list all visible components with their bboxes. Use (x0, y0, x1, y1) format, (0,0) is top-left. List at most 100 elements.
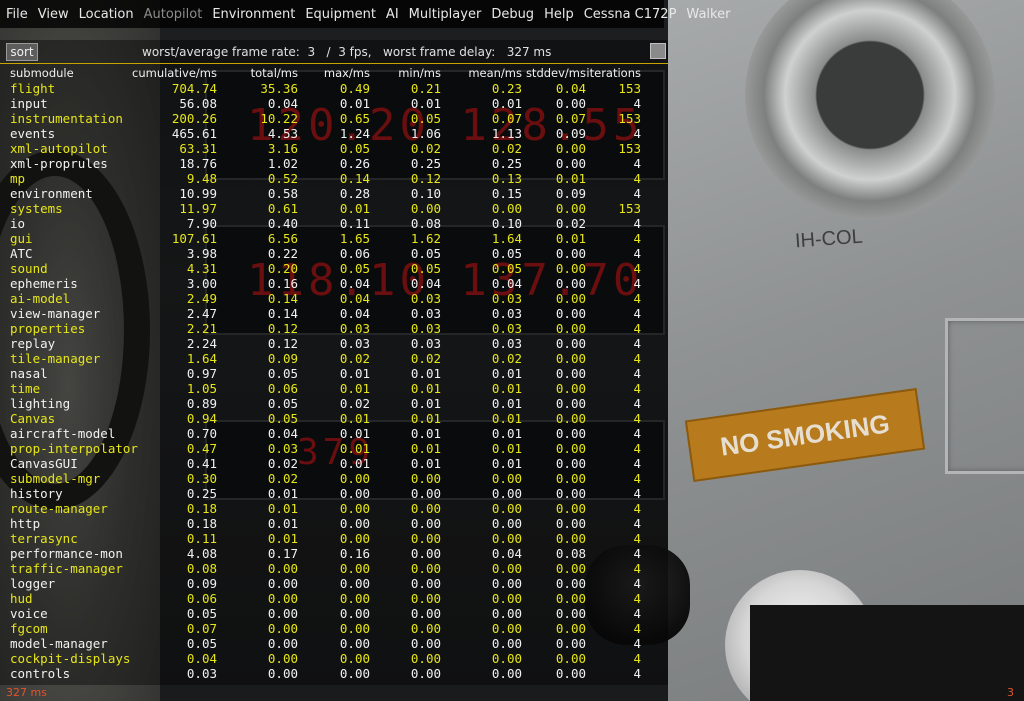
max-value: 0.00 (339, 651, 370, 666)
column-header-mean-ms[interactable]: mean/ms (468, 66, 522, 81)
total-value: 1.02 (267, 156, 298, 171)
max-value: 0.04 (339, 276, 370, 291)
menu-debug[interactable]: Debug (491, 7, 534, 22)
menu-walker[interactable]: Walker (686, 7, 730, 22)
sort-button[interactable]: sort (6, 43, 38, 61)
column-header-cumulative-ms[interactable]: cumulative/ms (132, 66, 217, 81)
close-monitor-button[interactable] (650, 43, 666, 59)
stddev-value: 0.00 (555, 636, 586, 651)
min-value: 0.02 (410, 141, 441, 156)
max-value: 0.05 (339, 141, 370, 156)
submodule-name: prop-interpolator (10, 441, 138, 456)
min-value: 0.01 (410, 441, 441, 456)
menu-equipment[interactable]: Equipment (305, 7, 376, 22)
total-value: 0.00 (267, 636, 298, 651)
menu-cessna-c172p[interactable]: Cessna C172P (584, 7, 677, 22)
total-value: 0.00 (267, 666, 298, 681)
panel-label: IH-COL (794, 225, 864, 253)
max-value: 0.49 (339, 81, 370, 96)
iterations-value: 4 (633, 126, 641, 141)
iterations-value: 4 (633, 231, 641, 246)
min-value: 0.05 (410, 246, 441, 261)
total-value: 0.04 (267, 96, 298, 111)
total-value: 0.40 (267, 216, 298, 231)
max-value: 0.01 (339, 441, 370, 456)
menu-file[interactable]: File (6, 7, 28, 22)
min-value: 0.01 (410, 396, 441, 411)
menu-location[interactable]: Location (79, 7, 134, 22)
submodule-name: ATC (10, 246, 33, 261)
menu-multiplayer[interactable]: Multiplayer (409, 7, 482, 22)
cumulative-value: 56.08 (179, 96, 217, 111)
mean-value: 0.00 (491, 576, 522, 591)
iterations-value: 4 (633, 666, 641, 681)
mean-value: 0.03 (491, 306, 522, 321)
table-row: prop-interpolator 0.47 0.03 0.01 0.01 0.01 0.0… (0, 441, 668, 456)
table-row: environment 10.99 0.58 0.28 0.10 0.15 0.09 4 (0, 186, 668, 201)
total-value: 0.14 (267, 306, 298, 321)
submodule-name: gui (10, 231, 33, 246)
max-value: 0.03 (339, 336, 370, 351)
iterations-value: 153 (618, 81, 641, 96)
min-value: 0.00 (410, 651, 441, 666)
menu-view[interactable]: View (38, 7, 69, 22)
min-value: 0.01 (410, 411, 441, 426)
column-header-iterations[interactable]: iterations (586, 66, 641, 81)
mean-value: 0.04 (491, 276, 522, 291)
table-row: route-manager 0.18 0.01 0.00 0.00 0.00 0.00 4 (0, 501, 668, 516)
total-value: 0.12 (267, 321, 298, 336)
max-value: 0.00 (339, 666, 370, 681)
cumulative-value: 0.47 (186, 441, 217, 456)
cumulative-value: 18.76 (179, 156, 217, 171)
total-value: 0.05 (267, 396, 298, 411)
stddev-value: 0.00 (555, 96, 586, 111)
total-value: 0.09 (267, 351, 298, 366)
menu-help[interactable]: Help (544, 7, 574, 22)
total-value: 0.02 (267, 471, 298, 486)
column-header-min-ms[interactable]: min/ms (398, 66, 441, 81)
mean-value: 0.00 (491, 471, 522, 486)
mean-value: 0.00 (491, 636, 522, 651)
total-value: 0.00 (267, 591, 298, 606)
column-header-stddev-ms[interactable]: stddev/ms (526, 66, 586, 81)
menu-environment[interactable]: Environment (212, 7, 295, 22)
stddev-value: 0.00 (555, 621, 586, 636)
cumulative-value: 0.05 (186, 636, 217, 651)
menu-ai[interactable]: AI (386, 7, 399, 22)
mean-value: 0.01 (491, 381, 522, 396)
iterations-value: 4 (633, 516, 641, 531)
mean-value: 0.01 (491, 456, 522, 471)
submodule-name: cockpit-displays (10, 651, 131, 666)
submodule-name: ai-model (10, 291, 71, 306)
submodule-name: sound (10, 261, 48, 276)
min-value: 0.01 (410, 96, 441, 111)
submodule-name: instrumentation (10, 111, 123, 126)
iterations-value: 4 (633, 621, 641, 636)
iterations-value: 4 (633, 561, 641, 576)
stddev-value: 0.00 (555, 666, 586, 681)
iterations-value: 4 (633, 456, 641, 471)
mean-value: 0.00 (491, 651, 522, 666)
submodule-name: tile-manager (10, 351, 101, 366)
cumulative-value: 0.41 (186, 456, 217, 471)
mean-value: 0.23 (491, 81, 522, 96)
column-header-max-ms[interactable]: max/ms (324, 66, 370, 81)
submodule-name: lighting (10, 396, 71, 411)
total-value: 0.05 (267, 411, 298, 426)
total-value: 0.16 (267, 276, 298, 291)
submodule-name: aircraft-model (10, 426, 116, 441)
cumulative-value: 0.94 (186, 411, 217, 426)
total-value: 10.22 (260, 111, 298, 126)
submodule-name: replay (10, 336, 56, 351)
column-header-total-ms[interactable]: total/ms (251, 66, 298, 81)
framerate-summary: worst/average frame rate: 3 / 3 fps, wor… (142, 45, 552, 59)
iterations-value: 4 (633, 501, 641, 516)
max-value: 0.26 (339, 156, 370, 171)
mean-value: 1.64 (491, 231, 522, 246)
panel-recess (945, 318, 1024, 474)
column-header-submodule[interactable]: submodule (10, 66, 74, 81)
max-value: 0.28 (339, 186, 370, 201)
min-value: 0.01 (410, 366, 441, 381)
max-value: 0.02 (339, 396, 370, 411)
table-row: history 0.25 0.01 0.00 0.00 0.00 0.00 4 (0, 486, 668, 501)
